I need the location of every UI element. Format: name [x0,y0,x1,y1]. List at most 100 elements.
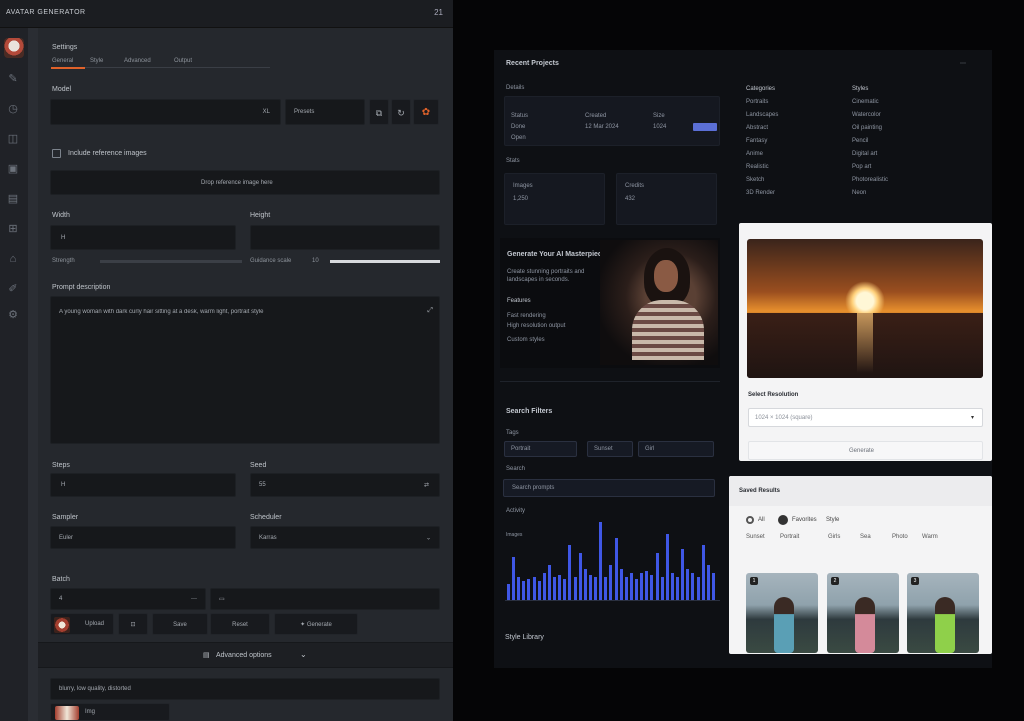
thumb-figure [855,597,875,653]
list-item[interactable]: Digital art [852,151,877,157]
list-item[interactable]: Sketch [746,177,764,183]
model-select[interactable]: XL [50,99,281,125]
gallery-chip[interactable]: Girls [828,534,840,540]
clear-button[interactable]: ⊡ [118,613,148,635]
gallery-thumb-2[interactable]: 2 [827,573,899,653]
stats-title: Stats [506,158,520,164]
list-item[interactable]: Abstract [746,125,768,131]
list-item[interactable]: Oil painting [852,125,882,131]
advanced-toggle-bar[interactable]: ▤ Advanced options ⌄ [38,642,453,668]
gear-icon[interactable]: ⚙ [6,308,20,322]
search-input[interactable]: Search prompts [503,479,715,497]
filter-chip-label: Girl [645,446,655,452]
filter-chip-sunset[interactable]: Sunset [587,441,633,457]
gallery-thumb-1[interactable]: 1 [746,573,818,653]
grid-icon[interactable]: ⊞ [6,222,20,236]
gallery-thumb-3[interactable]: 3 [907,573,979,653]
shuffle-icon[interactable]: ⇄ [424,482,429,489]
batch-value: 4 [59,596,63,602]
stat-card-credits: Credits 432 [616,173,717,225]
path-icon: ▭ [219,596,225,603]
upload-label: Upload [85,621,105,627]
list-item[interactable]: Landscapes [746,112,778,118]
list-item[interactable]: 3D Render [746,190,775,196]
tag-icon[interactable]: ⌂ [6,252,20,266]
save-button[interactable]: Save [152,613,208,635]
tab-advanced[interactable]: Advanced [124,58,151,64]
reference-dropzone[interactable]: Drop reference image here [50,170,440,195]
output-path-input[interactable]: ▭ [210,588,440,610]
filter-chip-girl[interactable]: Girl [638,441,714,457]
info-cell-0-1: Created [585,113,607,119]
gallery-tab-all[interactable]: All [746,514,772,526]
generate-button[interactable]: ✦ Generate [274,613,358,635]
tab-output[interactable]: Output [174,58,192,64]
gallery-chip[interactable]: Sea [860,534,871,540]
radio-icon [746,516,754,524]
tab-general[interactable]: General [52,58,73,64]
more-icon[interactable]: ⋯ [960,60,966,67]
list-item[interactable]: Anime [746,151,763,157]
sunset-generate-button[interactable]: Generate [748,441,983,460]
sunset-generate-label: Generate [849,448,875,454]
prompt-textarea[interactable]: A young woman with dark curly hair sitti… [50,296,440,444]
width-input[interactable]: H [50,225,236,250]
brush-icon[interactable]: ✎ [6,72,20,86]
list-item[interactable]: Watercolor [852,112,881,118]
tab-style[interactable]: Style [90,58,103,64]
edit-icon[interactable]: ✐ [6,282,20,296]
history-icon[interactable]: ◷ [6,102,20,116]
avatar[interactable] [4,38,24,58]
chart-bar [655,553,659,600]
steps-label: Steps [52,462,70,469]
list-item[interactable]: Pop art [852,164,871,170]
list-item[interactable]: Pencil [852,138,868,144]
gallery-chip[interactable]: Photo [892,534,908,540]
chart-bar [578,553,582,600]
batch-input[interactable]: 4 ⋯ [50,588,206,610]
folder-icon[interactable]: ▤ [6,192,20,206]
sampler-select[interactable]: Euler [50,526,236,549]
list-item[interactable]: Cinematic [852,99,879,105]
layers-icon[interactable]: ◫ [6,132,20,146]
height-input[interactable] [250,225,440,250]
upload-thumb-button[interactable]: Upload [50,613,114,635]
chart-bar [640,572,644,600]
guidance-slider[interactable] [330,260,440,263]
gallery-icon[interactable]: ▣ [6,162,20,176]
refresh-button[interactable]: ↻ [391,99,411,125]
chart-bar [563,578,567,600]
strength-slider[interactable] [100,260,242,263]
gallery-chip[interactable]: Sunset [746,534,765,540]
list-item[interactable]: Photorealistic [852,177,888,183]
list-item[interactable]: Fantasy [746,138,767,144]
list-item[interactable]: Portraits [746,99,768,105]
chart-bar [686,568,690,600]
gallery-chip[interactable]: Portrait [780,534,799,540]
list-item[interactable]: Neon [852,190,866,196]
toggle-checkbox[interactable] [52,149,61,158]
resolution-select[interactable]: 1024 × 1024 (square) ▾ [748,408,983,427]
preset-select[interactable]: Presets [285,99,365,125]
copy-button[interactable]: ⧉ [369,99,389,125]
radio-selected-icon [778,515,788,525]
scheduler-select[interactable]: Karras ⌄ [250,526,440,549]
palette-button[interactable]: ✿ [413,99,439,125]
model-label: Model [52,86,72,93]
expand-icon[interactable]: ⤢ [427,307,433,315]
gallery-chip[interactable]: Warm [922,534,938,540]
chart-bar [553,576,557,600]
steps-input[interactable]: H [50,473,236,497]
open-button[interactable] [693,123,717,131]
gallery-tab-style[interactable]: Style [826,517,839,523]
gallery-tab-favorites[interactable]: Favorites [778,514,818,526]
negative-prompt-input[interactable]: blurry, low quality, distorted [50,678,440,700]
chart-bar [701,545,705,600]
seed-value: 55 [259,482,266,488]
list-item[interactable]: Realistic [746,164,769,170]
bottom-chip[interactable]: Img [50,703,170,721]
filter-chip-portrait[interactable]: Portrait [504,441,577,457]
bottom-heading: Style Library [505,634,544,641]
reset-button[interactable]: Reset [210,613,270,635]
seed-input[interactable]: 55 ⇄ [250,473,440,497]
